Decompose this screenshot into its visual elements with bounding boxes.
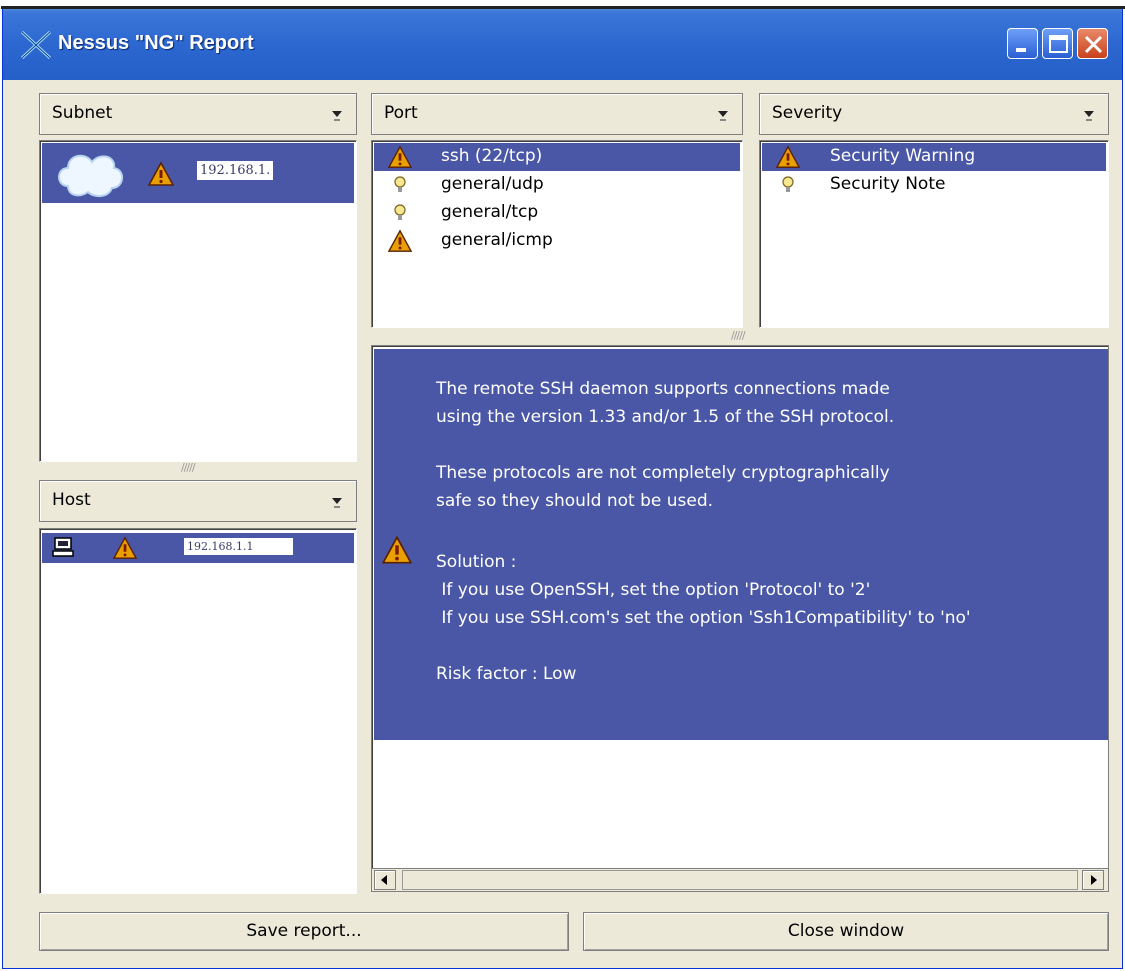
port-label: general/tcp bbox=[441, 202, 539, 222]
detail-line: safe so they should not be used. bbox=[436, 491, 714, 511]
lightbulb-icon bbox=[394, 176, 406, 192]
severity-combo[interactable]: Severity bbox=[759, 93, 1109, 135]
window-title: Nessus "NG" Report bbox=[58, 32, 254, 54]
port-header: Port bbox=[384, 103, 418, 123]
detail-line: The remote SSH daemon supports connectio… bbox=[436, 379, 890, 399]
nessus-logo-icon bbox=[20, 30, 52, 60]
detail-line: Solution : bbox=[436, 552, 517, 572]
warning-icon bbox=[382, 535, 412, 564]
chevron-down-icon[interactable] bbox=[1074, 99, 1104, 129]
computer-icon bbox=[52, 537, 74, 557]
subnet-list[interactable]: 192.168.1. bbox=[39, 140, 357, 462]
horizontal-scrollbar[interactable] bbox=[371, 868, 1109, 892]
host-combo[interactable]: Host bbox=[39, 480, 357, 522]
port-list[interactable]: ssh (22/tcp) general/udp general/tcp gen… bbox=[371, 140, 743, 328]
report-detail-pane[interactable]: The remote SSH daemon supports connectio… bbox=[371, 345, 1109, 891]
report-window: Nessus "NG" Report Subnet 192.168.1. ///… bbox=[1, 6, 1125, 969]
chevron-down-icon[interactable] bbox=[708, 99, 738, 129]
list-item[interactable]: ssh (22/tcp) bbox=[374, 143, 740, 171]
list-item[interactable]: Security Warning bbox=[762, 143, 1106, 171]
severity-label: Security Warning bbox=[830, 146, 976, 166]
warning-icon bbox=[112, 536, 138, 559]
severity-label: Security Note bbox=[830, 174, 946, 194]
scroll-left-button[interactable] bbox=[374, 870, 396, 890]
arrow-right-icon bbox=[1091, 875, 1097, 885]
detail-line: Risk factor : Low bbox=[436, 664, 577, 684]
lightbulb-icon bbox=[782, 176, 794, 192]
maximize-icon bbox=[1049, 35, 1068, 53]
detail-line: If you use SSH.com's set the option 'Ssh… bbox=[436, 608, 971, 628]
close-icon bbox=[1084, 35, 1103, 54]
port-label: general/udp bbox=[441, 174, 544, 194]
save-report-button[interactable]: Save report... bbox=[39, 912, 569, 951]
chevron-down-icon[interactable] bbox=[322, 99, 352, 129]
host-list[interactable]: 192.168.1.1 bbox=[39, 528, 357, 894]
port-combo[interactable]: Port bbox=[371, 93, 743, 135]
list-item[interactable]: general/udp bbox=[374, 171, 740, 199]
cloud-icon bbox=[58, 154, 123, 198]
minimize-icon bbox=[1016, 48, 1026, 52]
lightbulb-icon bbox=[394, 204, 406, 220]
client-area: Subnet 192.168.1. ///// Host 192.168.1.1… bbox=[9, 80, 1116, 963]
subnet-combo[interactable]: Subnet bbox=[39, 93, 357, 135]
host-label: 192.168.1.1 bbox=[184, 538, 294, 555]
warning-icon bbox=[388, 229, 412, 252]
severity-header: Severity bbox=[772, 103, 843, 123]
scroll-thumb[interactable] bbox=[402, 870, 1078, 890]
list-item[interactable]: Security Note bbox=[762, 171, 1106, 199]
title-bar[interactable]: Nessus "NG" Report bbox=[1, 6, 1125, 80]
close-window-button[interactable] bbox=[1077, 28, 1108, 59]
list-item[interactable]: general/tcp bbox=[374, 199, 740, 227]
list-item[interactable]: general/icmp bbox=[374, 227, 740, 255]
list-item[interactable]: 192.168.1. bbox=[42, 143, 354, 203]
chevron-down-icon[interactable] bbox=[322, 486, 352, 516]
host-header: Host bbox=[52, 490, 91, 510]
report-detail: The remote SSH daemon supports connectio… bbox=[374, 349, 1108, 740]
warning-icon bbox=[776, 145, 800, 168]
detail-line: If you use OpenSSH, set the option 'Prot… bbox=[436, 580, 871, 600]
splitter-grip: ///// bbox=[731, 329, 745, 342]
scroll-right-button[interactable] bbox=[1082, 870, 1104, 890]
severity-list[interactable]: Security Warning Security Note bbox=[759, 140, 1109, 328]
list-item[interactable]: 192.168.1.1 bbox=[42, 533, 354, 563]
detail-line: These protocols are not completely crypt… bbox=[436, 463, 890, 483]
subnet-label: 192.168.1. bbox=[197, 161, 274, 180]
port-label: ssh (22/tcp) bbox=[441, 146, 543, 166]
arrow-left-icon bbox=[381, 875, 387, 885]
subnet-header: Subnet bbox=[52, 103, 113, 123]
detail-line: using the version 1.33 and/or 1.5 of the… bbox=[436, 407, 895, 427]
minimize-button[interactable] bbox=[1007, 28, 1038, 59]
warning-icon bbox=[148, 161, 174, 186]
maximize-button[interactable] bbox=[1042, 28, 1073, 59]
close-window-action-button[interactable]: Close window bbox=[583, 912, 1109, 951]
splitter-grip: ///// bbox=[181, 461, 195, 474]
warning-icon bbox=[388, 145, 412, 168]
port-label: general/icmp bbox=[441, 230, 553, 250]
